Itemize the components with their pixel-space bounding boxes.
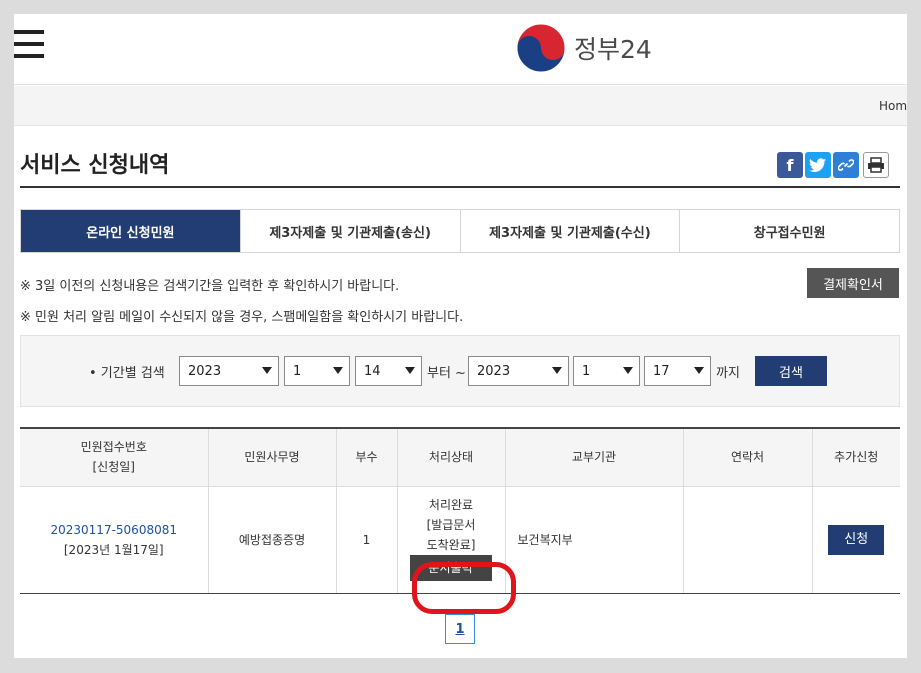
from-day-select[interactable]: 14 [355, 356, 422, 386]
breadcrumb-bar: Home [14, 86, 907, 126]
highlight-circle [412, 562, 516, 614]
from-year-value: 2023 [188, 363, 222, 379]
tab-counter-applications[interactable]: 창구접수민원 [679, 210, 899, 252]
receipt-number-link[interactable]: 20230117-50608081 [20, 520, 208, 540]
apply-button[interactable]: 신청 [828, 524, 885, 555]
status-line-2: [발급문서 [426, 517, 476, 532]
tab-online-applications[interactable]: 온라인 신청민원 [21, 210, 240, 252]
to-day-value: 17 [653, 363, 670, 379]
tab-bar: 온라인 신청민원 제3자제출 및 기관제출(송신) 제3자제출 및 기관제출(수… [20, 209, 900, 253]
status-line-3: 도착완료] [426, 537, 476, 552]
notice-search-period: ※ 3일 이전의 신청내용은 검색기간을 입력한 후 확인하시기 바랍니다. [20, 279, 400, 294]
col-additional: 추가신청 [811, 427, 900, 487]
notice-spam-mail: ※ 민원 처리 알림 메일이 수신되지 않을 경우, 스팸메일함을 확인하시기 … [20, 310, 464, 325]
cell-receipt: 20230117-50608081 [2023년 1월17일] [20, 485, 209, 594]
col-status: 처리상태 [396, 427, 506, 487]
title-divider [20, 186, 900, 188]
breadcrumb-home[interactable]: Home [879, 99, 907, 113]
chevron-down-icon [405, 367, 415, 374]
taegeuk-logo-icon [516, 23, 566, 73]
cell-contact [682, 485, 813, 594]
cell-additional: 신청 [811, 485, 900, 594]
to-text: 까지 [716, 366, 740, 381]
site-logo[interactable]: 정부24 [516, 23, 652, 73]
col-agency: 교부기관 [504, 427, 684, 487]
to-day-select[interactable]: 17 [644, 356, 711, 386]
cell-service: 예방접종증명 [207, 485, 337, 594]
chevron-down-icon [623, 367, 633, 374]
to-month-value: 1 [582, 363, 591, 379]
top-bar: 정부24 [14, 14, 907, 85]
tab-third-party-sent[interactable]: 제3자제출 및 기관제출(송신) [239, 210, 460, 252]
link-icon[interactable] [833, 152, 859, 178]
col-contact: 연락처 [682, 427, 813, 487]
page-1-link[interactable]: 1 [445, 614, 475, 644]
status-line-1: 처리완료 [428, 497, 474, 512]
search-button[interactable]: 검색 [755, 356, 827, 386]
chevron-down-icon [694, 367, 704, 374]
to-month-select[interactable]: 1 [573, 356, 640, 386]
col-copies: 부수 [335, 427, 398, 487]
chevron-down-icon [552, 367, 562, 374]
table-header-row: 민원접수번호 [신청일] 민원사무명 부수 처리상태 교부기관 연락처 추가신청 [20, 427, 900, 487]
facebook-icon[interactable]: f [777, 152, 803, 178]
header-receipt-no: 민원접수번호 [80, 440, 147, 455]
from-month-value: 1 [293, 363, 302, 379]
period-search-label: • 기간별 검색 [89, 366, 165, 381]
cell-copies: 1 [335, 485, 398, 594]
from-month-select[interactable]: 1 [284, 356, 350, 386]
to-year-select[interactable]: 2023 [468, 356, 569, 386]
col-service: 민원사무명 [207, 427, 337, 487]
apply-date: [2023년 1월17일] [63, 542, 164, 557]
page-frame: 정부24 Home 서비스 신청내역 f 온라인 신청민원 제3자제출 및 기관… [14, 14, 907, 658]
from-year-select[interactable]: 2023 [179, 356, 279, 386]
page-title: 서비스 신청내역 [20, 153, 170, 178]
cell-agency: 보건복지부 [504, 485, 684, 594]
from-day-value: 14 [364, 363, 381, 379]
chevron-down-icon [333, 367, 343, 374]
tab-third-party-received[interactable]: 제3자제출 및 기관제출(수신) [459, 210, 680, 252]
from-text: 부터 ~ [427, 366, 466, 381]
chevron-down-icon [262, 367, 272, 374]
col-receipt-no: 민원접수번호 [신청일] [20, 427, 209, 487]
logo-text: 정부24 [574, 35, 652, 64]
header-apply-date: [신청일] [92, 460, 135, 475]
payment-confirmation-button[interactable]: 결제확인서 [807, 268, 899, 298]
print-icon[interactable] [863, 152, 889, 178]
twitter-icon[interactable] [805, 152, 831, 178]
period-search-panel: • 기간별 검색 2023 1 14 부터 ~ 2023 1 17 까지 검색 [20, 335, 900, 407]
to-year-value: 2023 [477, 363, 511, 379]
hamburger-menu-icon[interactable] [14, 30, 44, 58]
status-text: 처리완료 [발급문서 도착완료] [398, 487, 505, 555]
